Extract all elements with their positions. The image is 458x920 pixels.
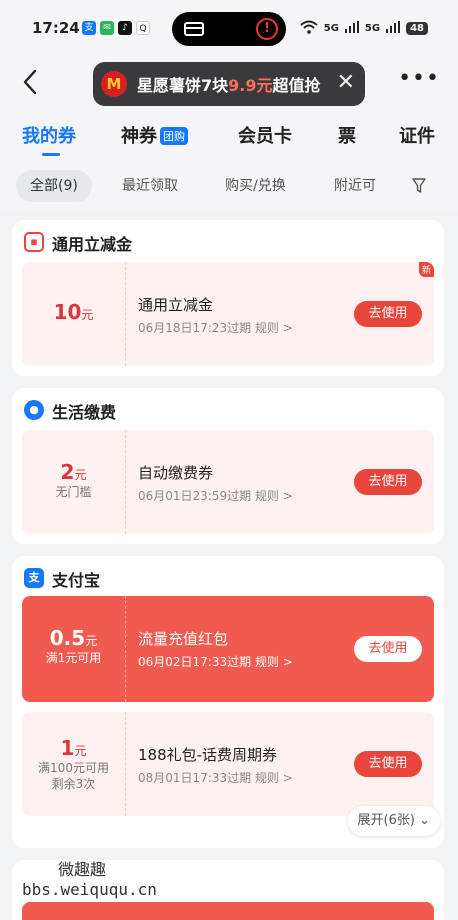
alipay-logo-icon: 支 (24, 568, 44, 588)
coupon-condition: 无门槛 (55, 485, 92, 499)
section-title: 生活缴费 (52, 403, 117, 422)
use-button[interactable]: 去使用 (354, 751, 422, 777)
status-time: 17:24 (32, 19, 80, 37)
filter-purchase[interactable]: 购买/兑换 (225, 170, 286, 202)
filter-nearby[interactable]: 附近可 (334, 170, 376, 202)
section-card-general: ▪ 通用立减金 10元 通用立减金 06月18日17:23过期 规则 > 去使用… (12, 220, 444, 376)
use-button[interactable]: 去使用 (354, 469, 422, 495)
alert-icon: ! (256, 18, 278, 40)
signal-2-icon (386, 21, 401, 36)
coupon-item-partial[interactable] (22, 902, 434, 920)
mcdonalds-logo-icon: M (101, 71, 127, 97)
card-icon (184, 22, 204, 36)
back-icon[interactable] (22, 68, 38, 103)
message-icon: ✉ (100, 21, 114, 35)
promo-price: 9.9元 (228, 76, 273, 95)
tab-member-card[interactable]: 会员卡 (238, 122, 292, 148)
watermark-title: 微趣趣 (58, 860, 107, 879)
tab-my-coupons[interactable]: 我的券 (22, 122, 76, 148)
coupon-amount-box: 1元 满100元可用 剩余3次 (22, 712, 126, 816)
tab-certificates[interactable]: 证件 (399, 122, 435, 148)
status-bar: 17:24 支 ✉ ♪ Q ! 5G 5G 48 (0, 0, 458, 56)
coupon-item[interactable]: 2元 无门槛 自动缴费券 06月01日23:59过期 规则 > 去使用 (22, 430, 434, 534)
coupon-amount: 0.5元 (49, 626, 98, 650)
use-button[interactable]: 去使用 (354, 301, 422, 327)
coupon-name: 自动缴费券 (138, 464, 214, 482)
active-tab-indicator (42, 153, 60, 156)
coupon-expiry[interactable]: 08月01日17:33过期 规则 > (138, 769, 293, 786)
coupon-remaining: 剩余3次 (51, 777, 96, 791)
coupon-item[interactable]: 0.5元 满1元可用 流量充值红包 06月02日17:33过期 规则 > 去使用 (22, 596, 434, 702)
filter-all[interactable]: 全部(9) (16, 170, 92, 202)
coupon-name: 流量充值红包 (138, 630, 229, 648)
tuangou-tag: 团购 (160, 127, 188, 145)
signal-1-label: 5G (323, 23, 339, 34)
coupon-item[interactable]: 10元 通用立减金 06月18日17:23过期 规则 > 去使用 新 (22, 262, 434, 366)
section-title: 支付宝 (52, 571, 101, 590)
dynamic-island[interactable]: ! (172, 12, 286, 46)
coupon-amount: 2元 (60, 460, 87, 484)
tiktok-icon: ♪ (118, 21, 132, 35)
new-badge: 新 (418, 262, 434, 277)
coupon-amount-box: 10元 (22, 262, 126, 366)
expand-button[interactable]: 展开(6张) ⌄ (347, 806, 440, 836)
close-icon[interactable]: ✕ (337, 70, 355, 95)
watermark-url: bbs.weiququ.cn (22, 880, 157, 899)
section-card-utilities: ● 生活缴费 2元 无门槛 自动缴费券 06月01日23:59过期 规则 > 去… (12, 388, 444, 544)
section-title: 通用立减金 (52, 235, 133, 254)
coupon-amount: 1元 (60, 736, 87, 760)
status-app-icons: 支 ✉ ♪ Q (82, 21, 150, 35)
use-button[interactable]: 去使用 (354, 636, 422, 662)
red-packet-icon: ▪ (24, 232, 44, 252)
wifi-icon (300, 20, 318, 37)
coupon-name: 通用立减金 (138, 296, 214, 314)
tab-super-coupons[interactable]: 神券 团购 (121, 122, 188, 148)
signal-2-label: 5G (364, 23, 381, 34)
coupon-amount-box: 0.5元 满1元可用 (22, 596, 126, 702)
signal-1-icon (344, 21, 359, 36)
promo-toast[interactable]: M 星愿薯饼7块9.9元超值抢 ✕ (93, 62, 365, 106)
section-header: ● 生活缴费 (12, 388, 444, 430)
coupon-amount: 10元 (53, 300, 94, 324)
coupon-expiry[interactable]: 06月18日17:23过期 规则 > (138, 319, 293, 336)
filter-bar: 全部(9) 最近领取 购买/兑换 附近可 (0, 162, 458, 212)
coupon-amount-box: 2元 无门槛 (22, 430, 126, 534)
qq-icon: Q (136, 21, 150, 35)
tab-bar: 我的券 神券 团购 会员卡 票 证件 (0, 110, 458, 162)
coupon-name: 188礼包-话费周期券 (138, 746, 278, 764)
coupon-expiry[interactable]: 06月01日23:59过期 规则 > (138, 487, 293, 504)
watermark: 微趣趣 bbs.weiququ.cn (22, 856, 157, 899)
header-bar: M 星愿薯饼7块9.9元超值抢 ✕ ••• (0, 56, 458, 110)
section-card-alipay: 支 支付宝 0.5元 满1元可用 流量充值红包 06月02日17:33过期 规则… (12, 556, 444, 848)
coupon-condition: 满1元可用 (45, 651, 102, 665)
section-header: 支 支付宝 (12, 556, 444, 598)
battery-indicator: 48 (406, 22, 428, 35)
chevron-down-icon: ⌄ (419, 813, 430, 828)
filter-recent[interactable]: 最近领取 (122, 170, 178, 202)
promo-text: 星愿薯饼7块9.9元超值抢 (137, 76, 321, 95)
coupon-condition: 满100元可用 (38, 761, 109, 775)
section-header: ▪ 通用立减金 (12, 220, 444, 262)
status-indicators: 5G 5G 48 (300, 20, 428, 37)
water-drop-icon: ● (24, 400, 44, 420)
coupon-expiry[interactable]: 06月02日17:33过期 规则 > (138, 653, 293, 670)
more-icon[interactable]: ••• (398, 66, 440, 91)
coupon-item[interactable]: 1元 满100元可用 剩余3次 188礼包-话费周期券 08月01日17:33过… (22, 712, 434, 816)
tab-tickets[interactable]: 票 (338, 122, 356, 148)
filter-icon[interactable] (412, 178, 426, 193)
alipay-icon: 支 (82, 21, 96, 35)
